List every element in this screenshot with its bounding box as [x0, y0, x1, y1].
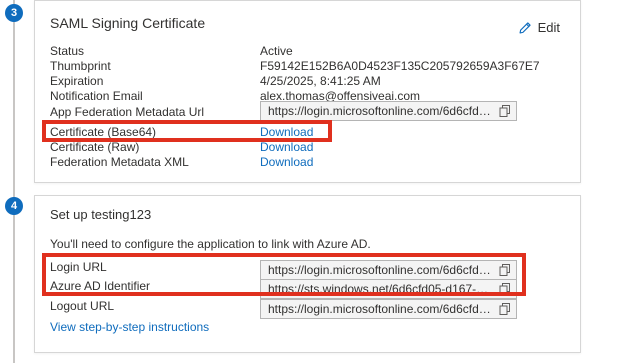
certificate-raw-label: Certificate (Raw): [50, 140, 140, 154]
logout-url-field[interactable]: https://login.microsoftonline.com/6d6cfd…: [260, 299, 517, 319]
certificate-raw-row: Certificate (Raw) Download: [50, 140, 570, 156]
login-url-identifier-highlight-box: [42, 253, 526, 296]
logout-url-label: Logout URL: [50, 299, 115, 313]
view-instructions-link[interactable]: View step-by-step instructions: [50, 320, 209, 334]
expiration-row: Expiration 4/25/2025, 8:41:25 AM: [50, 74, 570, 90]
app-federation-metadata-url-value: https://login.microsoftonline.com/6d6cfd…: [268, 104, 494, 118]
step-number-badge: 4: [5, 197, 23, 215]
edit-label: Edit: [537, 20, 560, 35]
notification-email-label: Notification Email: [50, 89, 143, 103]
app-federation-metadata-url-field[interactable]: https://login.microsoftonline.com/6d6cfd…: [260, 101, 517, 121]
app-federation-metadata-url-label: App Federation Metadata Url: [50, 105, 205, 119]
logout-url-value: https://login.microsoftonline.com/6d6cfd…: [268, 302, 494, 316]
logout-url-row: Logout URL https://login.microsoftonline…: [50, 299, 570, 319]
certificate-raw-download-link[interactable]: Download: [260, 140, 313, 154]
card-title: Set up testing123: [50, 207, 152, 222]
step-number-badge: 3: [5, 4, 23, 22]
expiration-value: 4/25/2025, 8:41:25 AM: [260, 74, 381, 88]
copy-icon[interactable]: [499, 105, 511, 117]
certificate-base64-highlight-box: [42, 120, 332, 142]
federation-metadata-xml-download-link[interactable]: Download: [260, 155, 313, 169]
pencil-icon: [519, 21, 531, 33]
federation-metadata-xml-row: Federation Metadata XML Download: [50, 155, 570, 171]
saml-signing-certificate-card: SAML Signing Certificate Edit Status Act…: [34, 0, 581, 183]
status-value: Active: [260, 44, 293, 58]
edit-button[interactable]: Edit: [518, 20, 560, 35]
step-connector-line: [13, 0, 15, 363]
expiration-label: Expiration: [50, 74, 104, 88]
thumbprint-label: Thumbprint: [50, 59, 111, 73]
card-title: SAML Signing Certificate: [50, 15, 206, 31]
app-federation-metadata-url-row: App Federation Metadata Url https://logi…: [50, 101, 570, 121]
copy-icon[interactable]: [499, 303, 511, 315]
federation-metadata-xml-label: Federation Metadata XML: [50, 155, 189, 169]
setup-description: You'll need to configure the application…: [50, 237, 371, 251]
status-row: Status Active: [50, 44, 570, 60]
status-label: Status: [50, 44, 85, 58]
thumbprint-value: F59142E152B6A0D4523F135C205792659A3F67E7: [260, 59, 540, 73]
thumbprint-row: Thumbprint F59142E152B6A0D4523F135C20579…: [50, 59, 570, 75]
